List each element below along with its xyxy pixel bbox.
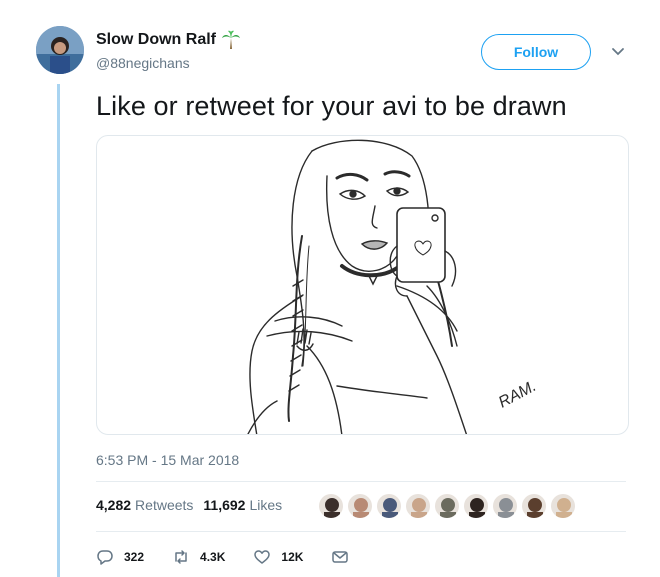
likes-label[interactable]: Likes [249,497,282,513]
liker-avatar[interactable] [434,493,460,519]
avatar[interactable] [36,26,84,74]
handle[interactable]: @88negichans [96,55,190,71]
retweet-count: 4.3K [200,550,226,564]
reply-icon [97,550,113,565]
heart-icon [254,550,271,564]
name-row: Slow Down Ralf [96,30,241,50]
liker-avatars [318,493,579,519]
retweets-count[interactable]: 4,282 [96,497,131,513]
liker-avatar[interactable] [376,493,402,519]
display-name[interactable]: Slow Down Ralf [96,31,216,49]
liker-avatar[interactable] [405,493,431,519]
liker-avatar[interactable] [521,493,547,519]
like-action[interactable]: 12K [253,548,303,566]
divider-bottom [96,531,626,532]
palm-tree-icon [222,30,240,49]
retweet-action[interactable]: 4.3K [172,548,225,566]
liker-avatar[interactable] [318,493,344,519]
chevron-down-icon[interactable] [609,42,627,60]
liker-avatar[interactable] [492,493,518,519]
reply-count: 322 [124,550,145,564]
retweets-label[interactable]: Retweets [135,497,193,513]
timestamp[interactable]: 6:53 PM - 15 Mar 2018 [96,452,239,468]
thread-line [57,84,60,577]
action-bar: 322 4.3K 12K [96,548,387,566]
liker-avatar[interactable] [463,493,489,519]
liker-avatar[interactable] [550,493,576,519]
tweet-text: Like or retweet for your avi to be drawn [96,91,567,121]
sketch-illustration: RAM. [247,139,539,434]
divider-top [96,481,626,482]
media-image[interactable]: RAM. [96,135,629,435]
likes-count[interactable]: 11,692 [203,497,245,513]
like-count: 12K [281,550,304,564]
media-signature: RAM. [496,378,539,412]
follow-button[interactable]: Follow [481,34,591,70]
envelope-icon [332,551,349,563]
reply-action[interactable]: 322 [96,548,144,566]
retweet-icon [175,550,187,564]
direct-message-action[interactable] [331,548,359,566]
engagement-stats: 4,282 Retweets 11,692 Likes [96,497,282,513]
liker-avatar[interactable] [347,493,373,519]
